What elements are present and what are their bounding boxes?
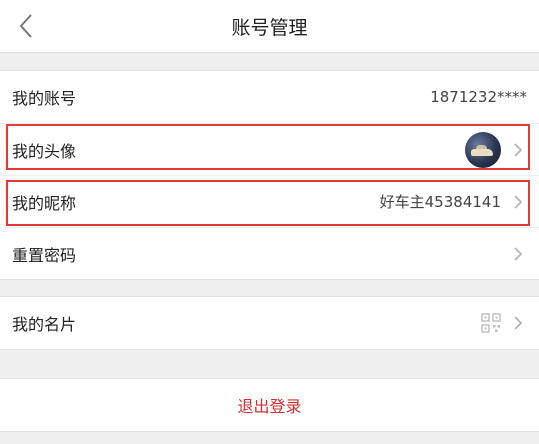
chevron-right-icon [514, 246, 523, 261]
my-nickname-label: 我的昵称 [12, 193, 77, 213]
my-account-value: 1871232**** [430, 88, 527, 106]
account-settings-group: 我的账号 1871232**** 我的头像 我的昵称 好车主45384141 重… [0, 70, 539, 280]
my-account-label: 我的账号 [12, 89, 77, 108]
qr-code-icon [481, 313, 501, 333]
logout-button[interactable]: 退出登录 [0, 379, 539, 431]
business-card-group: 我的名片 [0, 296, 539, 350]
chevron-right-icon [514, 316, 523, 330]
reset-password-row[interactable]: 重置密码 [0, 227, 539, 279]
chevron-right-icon [514, 194, 523, 209]
back-button[interactable] [12, 10, 40, 42]
my-card-label: 我的名片 [12, 315, 77, 334]
page-title: 账号管理 [231, 16, 308, 39]
logout-group: 退出登录 [0, 378, 539, 432]
my-nickname-value: 好车主45384141 [379, 193, 501, 211]
my-nickname-row[interactable]: 我的昵称 好车主45384141 [0, 175, 539, 227]
app-header: 账号管理 [0, 0, 539, 53]
chevron-right-icon [514, 142, 523, 157]
my-avatar-label: 我的头像 [12, 141, 77, 161]
reset-password-label: 重置密码 [12, 245, 77, 265]
my-avatar-row[interactable]: 我的头像 [0, 123, 539, 175]
my-account-row: 我的账号 1871232**** [0, 71, 539, 123]
back-chevron-icon [19, 14, 32, 38]
my-card-row[interactable]: 我的名片 [0, 297, 539, 349]
avatar [465, 131, 501, 168]
